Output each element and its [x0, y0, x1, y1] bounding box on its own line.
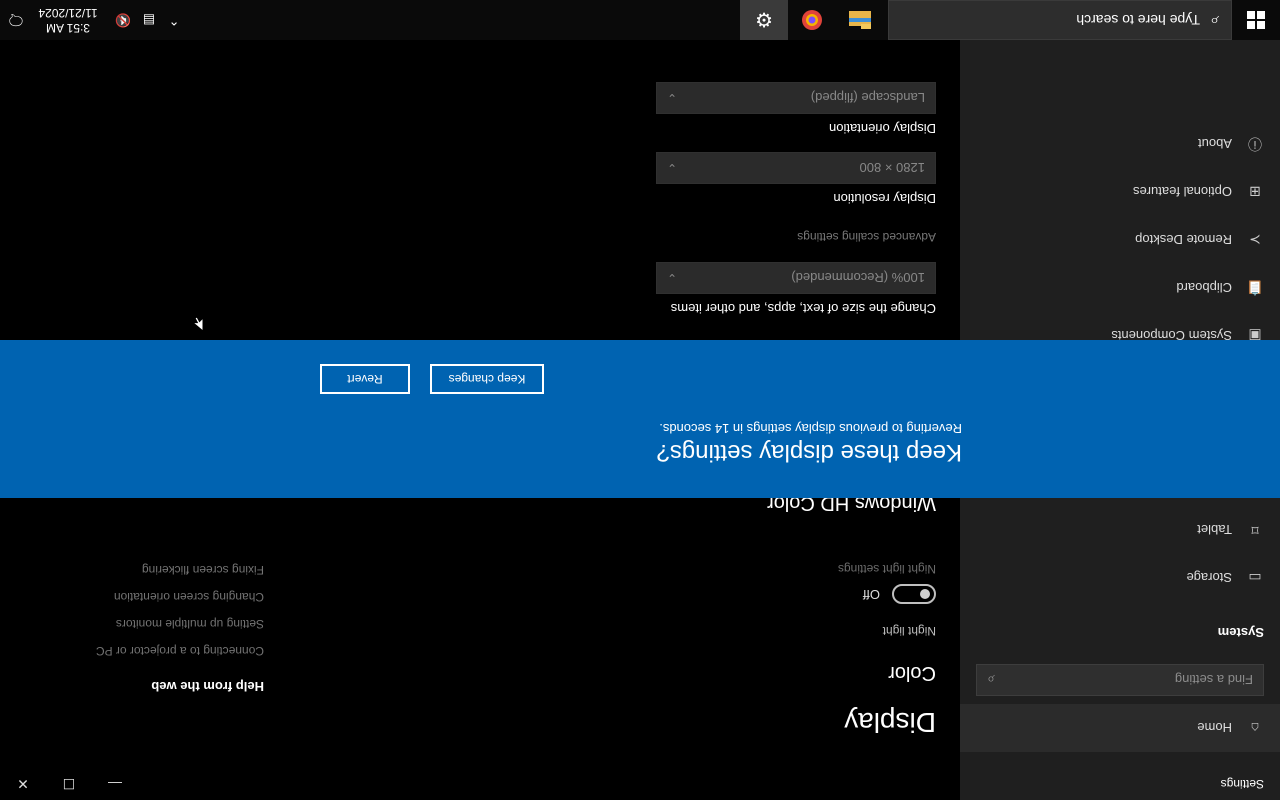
- notification-button[interactable]: 🗨: [0, 0, 32, 40]
- resolution-label: Display resolution: [833, 191, 936, 206]
- keep-settings-dialog: [0, 340, 1280, 498]
- sidebar-item-label: Clipboard: [1176, 280, 1232, 296]
- taskbar: ⌕ Type here to search ⚙ ⌃ ▤ 🔇 3:51 AM 11…: [0, 0, 1280, 40]
- tray-overflow-button[interactable]: ⌃: [162, 0, 186, 40]
- tray-network[interactable]: ▤: [136, 0, 162, 40]
- search-icon: ⌕: [987, 672, 995, 689]
- night-light-state: Off: [862, 587, 880, 602]
- sidebar-item-storage[interactable]: ▭ Storage: [960, 558, 1280, 598]
- sidebar-item-label: Optional features: [1132, 184, 1232, 200]
- night-light-settings-link[interactable]: Night light settings: [838, 562, 936, 576]
- clock-date: 11/21/2024: [38, 6, 98, 20]
- sidebar-item-label: Remote Desktop: [1135, 232, 1232, 248]
- windows-logo-icon: [1247, 11, 1265, 29]
- tablet-icon: ⌑: [1251, 522, 1259, 539]
- sidebar-item-label: Home: [1197, 720, 1232, 736]
- notification-icon: 🗨: [6, 11, 26, 28]
- maximize-icon: ☐: [62, 776, 76, 793]
- help-link[interactable]: Fixing screen flickering: [142, 563, 264, 577]
- file-explorer-icon: [849, 11, 871, 29]
- sidebar-item-home[interactable]: ⌂ Home: [960, 704, 1280, 752]
- tray-volume[interactable]: 🔇: [110, 0, 136, 40]
- help-link[interactable]: Setting up multiple monitors: [116, 617, 264, 631]
- taskbar-file-explorer[interactable]: [836, 0, 884, 40]
- advanced-scaling-link[interactable]: Advanced scaling settings: [797, 230, 936, 244]
- keep-changes-button[interactable]: Keep changes: [430, 364, 544, 394]
- close-icon: ✕: [17, 776, 29, 793]
- sidebar-item-about[interactable]: ⓘ About: [960, 124, 1280, 164]
- mouse-cursor-icon: [191, 316, 204, 332]
- storage-icon: ▭: [1248, 570, 1262, 587]
- search-icon: ⌕: [1210, 12, 1219, 29]
- resolution-select[interactable]: 1280 × 800 ⌄: [656, 152, 936, 184]
- minimize-button[interactable]: —: [92, 768, 138, 800]
- start-button[interactable]: [1232, 0, 1280, 40]
- scale-value: 100% (Recommended): [791, 270, 925, 286]
- minimize-icon: —: [108, 776, 122, 792]
- optional-features-icon: ⊞: [1249, 184, 1261, 201]
- orientation-label: Display orientation: [829, 121, 936, 136]
- sidebar-section-title: System: [1217, 625, 1264, 640]
- help-title: Help from the web: [151, 679, 264, 694]
- taskbar-search-box[interactable]: ⌕ Type here to search: [888, 0, 1232, 40]
- volume-muted-icon: 🔇: [114, 13, 132, 28]
- help-link[interactable]: Changing screen orientation: [114, 590, 264, 604]
- help-link[interactable]: Connecting to a projector or PC: [96, 644, 264, 658]
- dialog-message: Reverting to previous display settings i…: [659, 421, 962, 436]
- maximize-button[interactable]: ☐: [46, 768, 92, 800]
- sidebar-item-clipboard[interactable]: 📋 Clipboard: [960, 268, 1280, 308]
- sidebar-item-label: About: [1198, 136, 1232, 152]
- title-bar: Settings — ☐ ✕: [0, 768, 1280, 800]
- toggle-knob: [920, 589, 930, 599]
- chevron-down-icon: ⌄: [667, 161, 678, 175]
- night-light-toggle[interactable]: [892, 584, 936, 604]
- search-setting-input[interactable]: Find a setting ⌕: [976, 664, 1264, 696]
- taskbar-clock[interactable]: 3:51 AM 11/21/2024: [28, 0, 108, 40]
- dialog-title: Keep these display settings?: [656, 439, 962, 466]
- sidebar-item-optional-features[interactable]: ⊞ Optional features: [960, 172, 1280, 212]
- search-placeholder: Find a setting: [1174, 672, 1253, 688]
- gear-icon: ⚙: [755, 8, 773, 31]
- clock-time: 3:51 AM: [45, 21, 91, 35]
- sidebar-item-remote-desktop[interactable]: ≻ Remote Desktop: [960, 220, 1280, 260]
- revert-button[interactable]: Revert: [320, 364, 410, 394]
- chevron-down-icon: ⌄: [667, 271, 678, 285]
- network-icon: ▤: [142, 13, 156, 28]
- taskbar-settings[interactable]: ⚙: [740, 0, 788, 40]
- scale-label: Change the size of text, apps, and other…: [670, 301, 936, 316]
- sidebar-item-tablet[interactable]: ⌑ Tablet: [960, 510, 1280, 550]
- resolution-value: 1280 × 800: [859, 160, 925, 176]
- page-title: Display: [844, 707, 936, 738]
- remote-desktop-icon: ≻: [1249, 232, 1261, 249]
- night-light-label: Night light: [882, 624, 936, 638]
- home-icon: ⌂: [1250, 720, 1260, 736]
- taskbar-search-placeholder: Type here to search: [1076, 12, 1201, 28]
- about-icon: ⓘ: [1248, 136, 1262, 152]
- sidebar-item-label: Tablet: [1197, 522, 1232, 538]
- sidebar-item-label: Storage: [1186, 570, 1232, 586]
- window-title: Settings: [1220, 777, 1264, 791]
- color-section-title: Color: [888, 662, 936, 684]
- browser-icon: [802, 10, 822, 30]
- chevron-up-icon: ⌃: [168, 13, 180, 28]
- chevron-down-icon: ⌄: [667, 91, 678, 105]
- close-button[interactable]: ✕: [0, 768, 46, 800]
- scale-select[interactable]: 100% (Recommended) ⌄: [656, 262, 936, 294]
- orientation-select[interactable]: Landscape (flipped) ⌄: [656, 82, 936, 114]
- taskbar-browser[interactable]: [788, 0, 836, 40]
- clipboard-icon: 📋: [1246, 280, 1264, 297]
- orientation-value: Landscape (flipped): [810, 90, 925, 106]
